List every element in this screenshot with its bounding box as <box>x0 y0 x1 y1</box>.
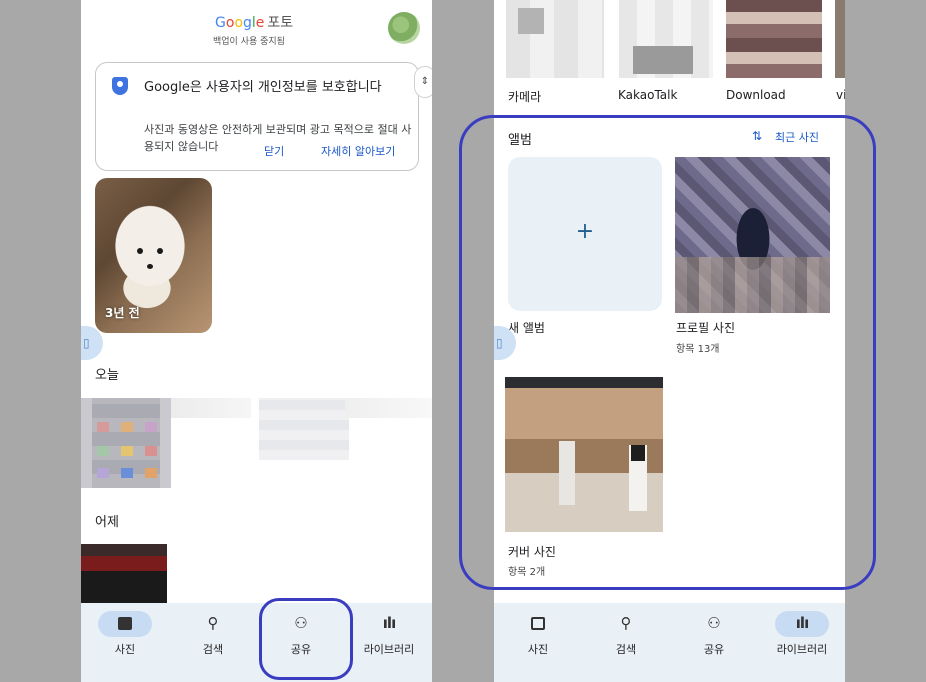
annotation-highlight-library-tab <box>259 598 353 680</box>
memory-photo-detail <box>157 248 163 254</box>
app-name-suffix: 포토 <box>267 15 294 31</box>
nav-search[interactable]: ⚲ 검색 <box>582 603 670 682</box>
google-photos-logo: Google 포토 <box>215 15 294 31</box>
library-icon: ılı <box>382 614 396 632</box>
photo-icon <box>81 612 169 634</box>
folder-label: vi <box>836 88 845 102</box>
thumbnail-cell <box>97 422 109 432</box>
thumbnail-cell <box>145 422 157 432</box>
nav-photos[interactable]: 사진 <box>81 603 169 682</box>
folder-thumbnail-download[interactable] <box>726 0 822 78</box>
section-header-today: 오늘 <box>95 368 119 383</box>
nav-search-label: 검색 <box>202 643 224 656</box>
people-icon: ⚇ <box>707 614 721 632</box>
thumbnail-cell <box>121 422 133 432</box>
folder-label: Download <box>726 88 786 102</box>
backup-status[interactable]: 백업이 사용 중지됨 <box>213 34 285 47</box>
photo-thumbnail[interactable] <box>259 398 349 460</box>
avatar[interactable] <box>388 12 420 44</box>
photo-thumbnail[interactable] <box>81 544 167 604</box>
shield-icon <box>112 77 128 95</box>
dismiss-button[interactable]: 닫기 <box>264 143 284 159</box>
thumbnail-cell <box>145 468 157 478</box>
search-icon: ⚲ <box>620 614 632 632</box>
folder-thumbnail-partial[interactable] <box>835 0 845 78</box>
section-header-yesterday: 어제 <box>95 515 119 530</box>
nav-sharing[interactable]: ⚇ 공유 <box>670 603 758 682</box>
folder-label: 카메라 <box>508 90 542 104</box>
nav-library-label: 라이브러리 <box>363 643 415 656</box>
scroll-handle-icon[interactable]: ⇕ <box>414 66 432 98</box>
app-header: Google 포토 백업이 사용 중지됨 <box>81 0 432 56</box>
photo-thumbnail[interactable] <box>81 398 171 488</box>
folder-thumbnail-camera[interactable] <box>506 0 604 78</box>
nav-photos-label: 사진 <box>527 643 549 656</box>
search-icon: ⚲ <box>207 614 219 632</box>
annotation-highlight-albums <box>459 115 876 590</box>
nav-library[interactable]: ılı 라이브러리 <box>758 603 845 682</box>
learn-more-button[interactable]: 자세히 알아보기 <box>321 143 395 159</box>
nav-library-label: 라이브러리 <box>776 643 828 656</box>
library-icon: ılı <box>795 614 809 632</box>
bottom-navigation: 사진 ⚲ 검색 ⚇ 공유 ılı 라이브러리 <box>494 603 845 682</box>
photo-icon <box>494 612 582 634</box>
memory-photo-detail <box>137 248 143 254</box>
thumbnail-cell <box>97 446 109 456</box>
memory-card[interactable]: 3년 전 <box>95 178 212 333</box>
nav-photos-label: 사진 <box>114 643 136 656</box>
privacy-card: Google은 사용자의 개인정보를 보호합니다 사진과 동영상은 안전하게 보… <box>95 62 419 171</box>
folder-thumbnail-kakaotalk[interactable] <box>619 0 713 78</box>
nav-photos[interactable]: 사진 <box>494 603 582 682</box>
folder-label: KakaoTalk <box>618 88 678 102</box>
thumbnail-cell <box>121 446 133 456</box>
thumbnail-cell <box>145 446 157 456</box>
photo-thumbnail[interactable] <box>171 398 251 418</box>
thumbnail-cell <box>121 468 133 478</box>
nav-search-label: 검색 <box>615 643 637 656</box>
nav-sharing-label: 공유 <box>703 643 725 656</box>
memory-label: 3년 전 <box>105 306 140 320</box>
privacy-card-title: Google은 사용자의 개인정보를 보호합니다 <box>144 80 382 95</box>
nav-search[interactable]: ⚲ 검색 <box>169 603 257 682</box>
bottom-navigation: 사진 ⚲ 검색 ⚇ 공유 ılı 라이브러리 <box>81 603 432 682</box>
nav-library[interactable]: ılı 라이브러리 <box>345 603 432 682</box>
left-phone-screen: Google 포토 백업이 사용 중지됨 Google은 사용자의 개인정보를 보… <box>81 0 432 682</box>
thumbnail-cell <box>97 468 109 478</box>
photo-thumbnail[interactable] <box>345 398 432 418</box>
memory-photo-detail <box>147 264 153 269</box>
